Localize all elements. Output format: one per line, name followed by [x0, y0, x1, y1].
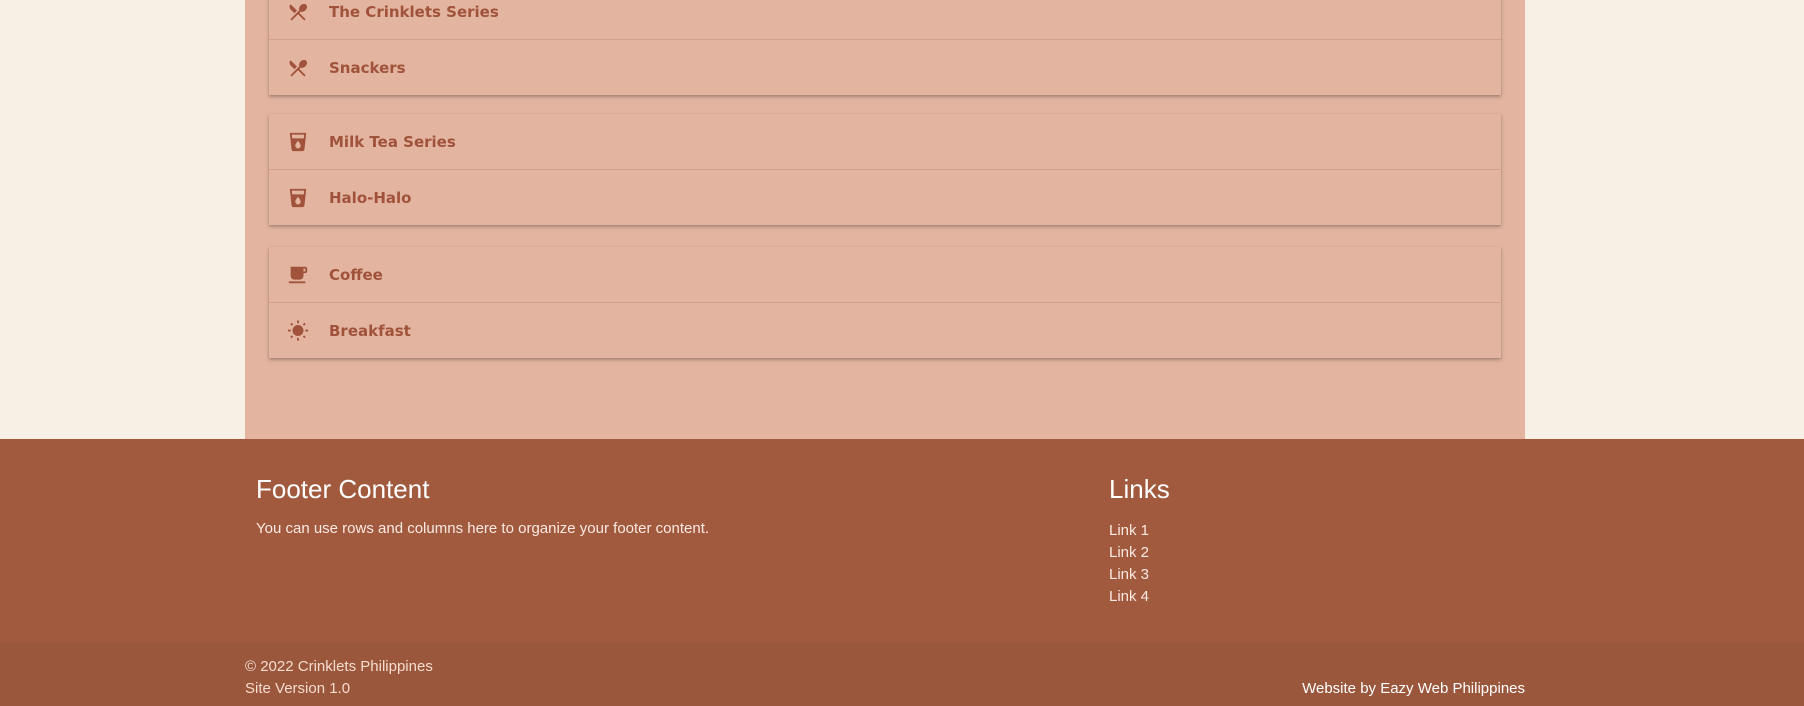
footer-content-title: Footer Content: [256, 474, 430, 504]
restaurant-icon: [286, 56, 310, 80]
footer-link-2[interactable]: Link 2: [1109, 544, 1149, 561]
menu-card-cafe: Coffee Breakfast: [269, 247, 1501, 358]
menu-item-crinklets-series[interactable]: The Crinklets Series: [269, 0, 1501, 40]
menu-item-milk-tea-series[interactable]: Milk Tea Series: [269, 114, 1501, 170]
coffee-cup-icon: [286, 263, 310, 287]
menu-item-label: Halo-Halo: [329, 188, 412, 207]
menu-item-label: The Crinklets Series: [329, 2, 499, 21]
footer-link-1[interactable]: Link 1: [1109, 522, 1149, 539]
menu-item-snackers[interactable]: Snackers: [269, 40, 1501, 95]
copyright-text: © 2022 Crinklets Philippines: [245, 658, 433, 675]
footer-link-item: Link 1: [1109, 520, 1149, 542]
footer-links-list: Link 1 Link 2 Link 3 Link 4: [1109, 520, 1149, 608]
menu-item-label: Milk Tea Series: [329, 132, 456, 151]
footer-copyright-bar: © 2022 Crinklets Philippines Site Versio…: [0, 642, 1804, 706]
footer-link-item: Link 2: [1109, 542, 1149, 564]
menu-item-breakfast[interactable]: Breakfast: [269, 303, 1501, 358]
menu-item-label: Breakfast: [329, 321, 411, 340]
footer-link-3[interactable]: Link 3: [1109, 566, 1149, 583]
footer-link-item: Link 3: [1109, 564, 1149, 586]
footer-content-text: You can use rows and columns here to org…: [256, 520, 710, 537]
footer-link-4[interactable]: Link 4: [1109, 588, 1149, 605]
page-footer: Footer Content You can use rows and colu…: [0, 439, 1804, 706]
menu-item-label: Snackers: [329, 58, 406, 77]
sun-icon: [286, 319, 310, 343]
menu-column: The Crinklets Series Snackers Milk Tea S…: [245, 0, 1525, 439]
local-drink-icon: [286, 186, 310, 210]
menu-card-food: The Crinklets Series Snackers: [269, 0, 1501, 95]
menu-item-label: Coffee: [329, 265, 383, 284]
menu-card-drinks: Milk Tea Series Halo-Halo: [269, 114, 1501, 225]
website-credit-link[interactable]: Website by Eazy Web Philippines: [1302, 680, 1525, 697]
footer-link-item: Link 4: [1109, 586, 1149, 608]
footer-links-title: Links: [1109, 474, 1170, 504]
menu-item-coffee[interactable]: Coffee: [269, 247, 1501, 303]
site-version: Site Version 1.0: [245, 680, 351, 697]
restaurant-icon: [286, 0, 310, 24]
local-drink-icon: [286, 130, 310, 154]
menu-item-halo-halo[interactable]: Halo-Halo: [269, 170, 1501, 225]
